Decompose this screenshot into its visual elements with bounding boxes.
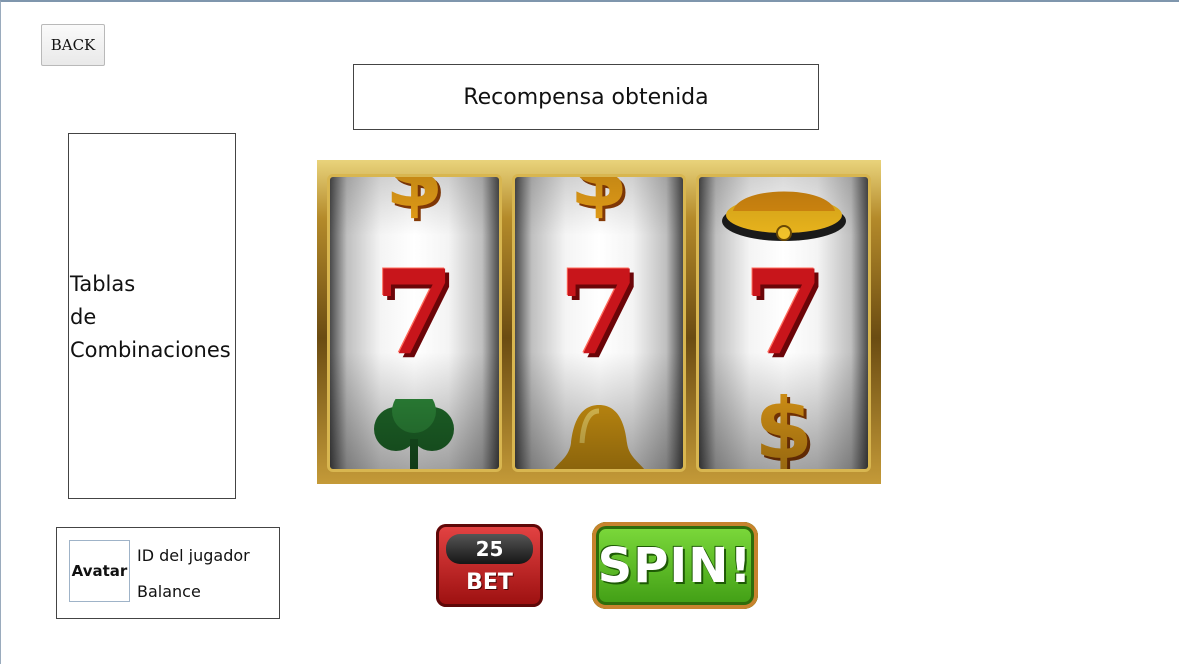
- bet-amount: 25: [446, 534, 533, 564]
- reel-1: $ 7: [327, 174, 502, 472]
- reward-label: Recompensa obtenida: [463, 84, 709, 110]
- slot-machine: $ 7 $ 7 7 $: [317, 160, 881, 484]
- avatar: Avatar: [69, 540, 130, 602]
- dollar-icon: $: [754, 380, 813, 472]
- dollar-icon: $: [385, 174, 444, 226]
- reward-display: Recompensa obtenida: [353, 64, 819, 130]
- back-button[interactable]: BACK: [41, 24, 105, 66]
- bell-icon: [553, 405, 645, 469]
- avatar-label: Avatar: [71, 562, 128, 580]
- clover-icon: [374, 399, 455, 469]
- reel-2: $ 7: [511, 174, 687, 472]
- combinations-label: Tablas de Combinaciones: [70, 272, 231, 362]
- bell-icon: [721, 191, 846, 241]
- balance-label: Balance: [137, 582, 201, 601]
- player-id-label: ID del jugador: [137, 546, 250, 565]
- spin-button[interactable]: SPIN!: [592, 522, 758, 609]
- reel-3: 7 $: [696, 174, 872, 472]
- spin-label: SPIN!: [597, 537, 753, 594]
- player-card: Avatar ID del jugador Balance: [56, 527, 280, 619]
- bet-label: BET: [466, 570, 513, 595]
- combinations-table: Tablas de Combinaciones: [68, 133, 236, 499]
- seven-icon: 7: [373, 245, 455, 381]
- seven-icon: 7: [743, 245, 825, 381]
- bet-button[interactable]: 25 BET: [436, 524, 543, 607]
- dollar-icon: $: [569, 174, 629, 226]
- seven-icon: 7: [558, 245, 640, 381]
